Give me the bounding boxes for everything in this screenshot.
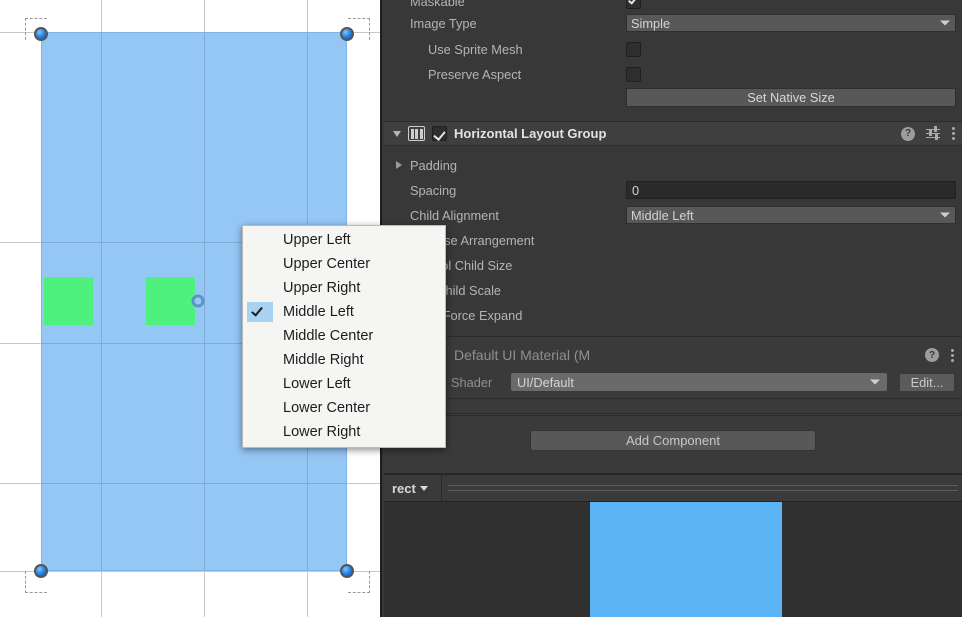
chevron-right-icon[interactable] bbox=[396, 161, 402, 169]
preserve-aspect-checkbox[interactable] bbox=[626, 66, 956, 82]
anchor-handle-bottom-right[interactable] bbox=[340, 564, 354, 578]
child-element[interactable] bbox=[44, 277, 93, 325]
more-menu-icon[interactable] bbox=[950, 348, 954, 362]
help-icon[interactable]: ? bbox=[901, 126, 915, 141]
property-row-image-type[interactable]: Image Type Simple bbox=[384, 13, 962, 33]
dropdown-option-lower-center[interactable]: Lower Center bbox=[243, 396, 445, 420]
material-section: Default UI Material (M Shader UI/Default… bbox=[384, 336, 962, 398]
child-alignment-dropdown-popup[interactable]: Upper Left Upper Center Upper Right Midd… bbox=[242, 225, 446, 448]
dropdown-option-label: Upper Right bbox=[283, 280, 361, 296]
help-icon[interactable]: ? bbox=[925, 348, 939, 362]
preview-mode-label: rect bbox=[392, 480, 416, 496]
property-row-preserve-aspect[interactable]: Preserve Aspect bbox=[384, 64, 962, 84]
property-row-maskable[interactable]: Maskable bbox=[384, 0, 962, 10]
dropdown-option-label: Upper Center bbox=[283, 256, 371, 272]
property-row-child-alignment[interactable]: Child Alignment Middle Left bbox=[384, 205, 962, 225]
image-type-dropdown[interactable]: Simple bbox=[626, 14, 956, 32]
chevron-down-icon[interactable] bbox=[393, 130, 401, 137]
dropdown-option-label: Lower Right bbox=[283, 424, 361, 440]
spacing-input[interactable]: 0 bbox=[626, 181, 956, 199]
dropdown-option-middle-left[interactable]: Middle Left bbox=[243, 300, 445, 324]
dropdown-option-label: Lower Center bbox=[283, 400, 371, 416]
component-enabled-checkbox[interactable] bbox=[432, 126, 447, 141]
rect-grid-line bbox=[101, 33, 102, 570]
child-alignment-value: Middle Left bbox=[631, 207, 694, 223]
property-row-use-sprite-mesh[interactable]: Use Sprite Mesh bbox=[384, 39, 962, 59]
section-separator bbox=[384, 398, 962, 414]
maskable-label: Maskable bbox=[410, 0, 465, 9]
maskable-checkbox[interactable] bbox=[626, 0, 956, 9]
shader-value: UI/Default bbox=[517, 374, 574, 390]
more-menu-icon[interactable] bbox=[951, 127, 955, 140]
dropdown-option-upper-left[interactable]: Upper Left bbox=[243, 228, 445, 252]
chevron-down-icon bbox=[870, 379, 880, 385]
dropdown-option-label: Lower Left bbox=[283, 376, 351, 392]
shader-label: Shader bbox=[451, 375, 493, 390]
dropdown-option-middle-center[interactable]: Middle Center bbox=[243, 324, 445, 348]
dropdown-option-label: Middle Center bbox=[283, 328, 374, 344]
dropdown-option-middle-right[interactable]: Middle Right bbox=[243, 348, 445, 372]
preview-slider[interactable] bbox=[448, 475, 958, 501]
set-native-size-label: Set Native Size bbox=[747, 90, 835, 105]
spacing-label: Spacing bbox=[410, 182, 457, 198]
property-row-padding[interactable]: Padding bbox=[384, 155, 962, 175]
property-row-child-force-expand[interactable]: Child Force Expand bbox=[384, 305, 962, 325]
image-type-label: Image Type bbox=[410, 15, 477, 31]
horizontal-layout-icon bbox=[408, 126, 425, 141]
anchor-handle-bottom-left[interactable] bbox=[34, 564, 48, 578]
child-alignment-label: Child Alignment bbox=[410, 207, 499, 223]
property-row-use-child-scale[interactable]: Use Child Scale bbox=[384, 280, 962, 300]
material-name: Default UI Material (M bbox=[454, 347, 591, 363]
dropdown-option-label: Middle Left bbox=[283, 304, 354, 320]
dropdown-option-label: Upper Left bbox=[283, 232, 351, 248]
rect-grid-line bbox=[42, 483, 346, 484]
anchor-handle-top-right[interactable] bbox=[340, 27, 354, 41]
set-native-size-button[interactable]: Set Native Size bbox=[626, 88, 956, 107]
property-row-control-child-size[interactable]: Control Child Size bbox=[384, 255, 962, 275]
anchor-handle-top-left[interactable] bbox=[34, 27, 48, 41]
image-type-value: Simple bbox=[631, 15, 671, 31]
preserve-aspect-label: Preserve Aspect bbox=[428, 66, 522, 82]
scene-grid-line bbox=[0, 571, 382, 572]
dropdown-option-lower-right[interactable]: Lower Right bbox=[243, 420, 445, 444]
spacing-value: 0 bbox=[632, 182, 640, 198]
edit-shader-label: Edit... bbox=[910, 375, 944, 390]
padding-label: Padding bbox=[410, 157, 457, 173]
chevron-down-icon bbox=[940, 212, 950, 218]
checkmark-icon bbox=[251, 304, 263, 317]
preview-area bbox=[384, 502, 962, 617]
preview-mode-dropdown[interactable]: rect bbox=[384, 475, 442, 501]
add-component-button[interactable]: Add Component bbox=[530, 430, 816, 451]
property-row-reverse-arrangement[interactable]: Reverse Arrangement bbox=[384, 230, 962, 250]
add-component-section: Add Component bbox=[384, 415, 962, 474]
pivot-handle[interactable] bbox=[191, 294, 205, 308]
chevron-down-icon bbox=[419, 485, 428, 491]
dropdown-option-upper-center[interactable]: Upper Center bbox=[243, 252, 445, 276]
chevron-down-icon bbox=[940, 20, 950, 26]
child-element[interactable] bbox=[146, 277, 195, 325]
preview-toolbar: rect bbox=[384, 474, 962, 502]
dropdown-option-lower-left[interactable]: Lower Left bbox=[243, 372, 445, 396]
shader-value-dropdown[interactable]: UI/Default bbox=[511, 373, 887, 391]
dropdown-option-upper-right[interactable]: Upper Right bbox=[243, 276, 445, 300]
component-title: Horizontal Layout Group bbox=[454, 126, 607, 141]
use-sprite-mesh-checkbox[interactable] bbox=[626, 41, 956, 57]
component-header-horizontal-layout-group[interactable]: Horizontal Layout Group ? bbox=[384, 121, 962, 146]
edit-shader-button[interactable]: Edit... bbox=[899, 373, 955, 392]
preset-icon[interactable] bbox=[926, 126, 940, 141]
dropdown-option-label: Middle Right bbox=[283, 352, 364, 368]
use-sprite-mesh-label: Use Sprite Mesh bbox=[428, 41, 523, 57]
inspector-panel: Maskable Image Type Simple Use Sprite Me… bbox=[384, 0, 962, 617]
property-row-spacing[interactable]: Spacing 0 bbox=[384, 180, 962, 200]
add-component-label: Add Component bbox=[626, 433, 720, 448]
preview-rect-thumbnail bbox=[590, 502, 782, 617]
child-alignment-dropdown[interactable]: Middle Left bbox=[626, 206, 956, 224]
